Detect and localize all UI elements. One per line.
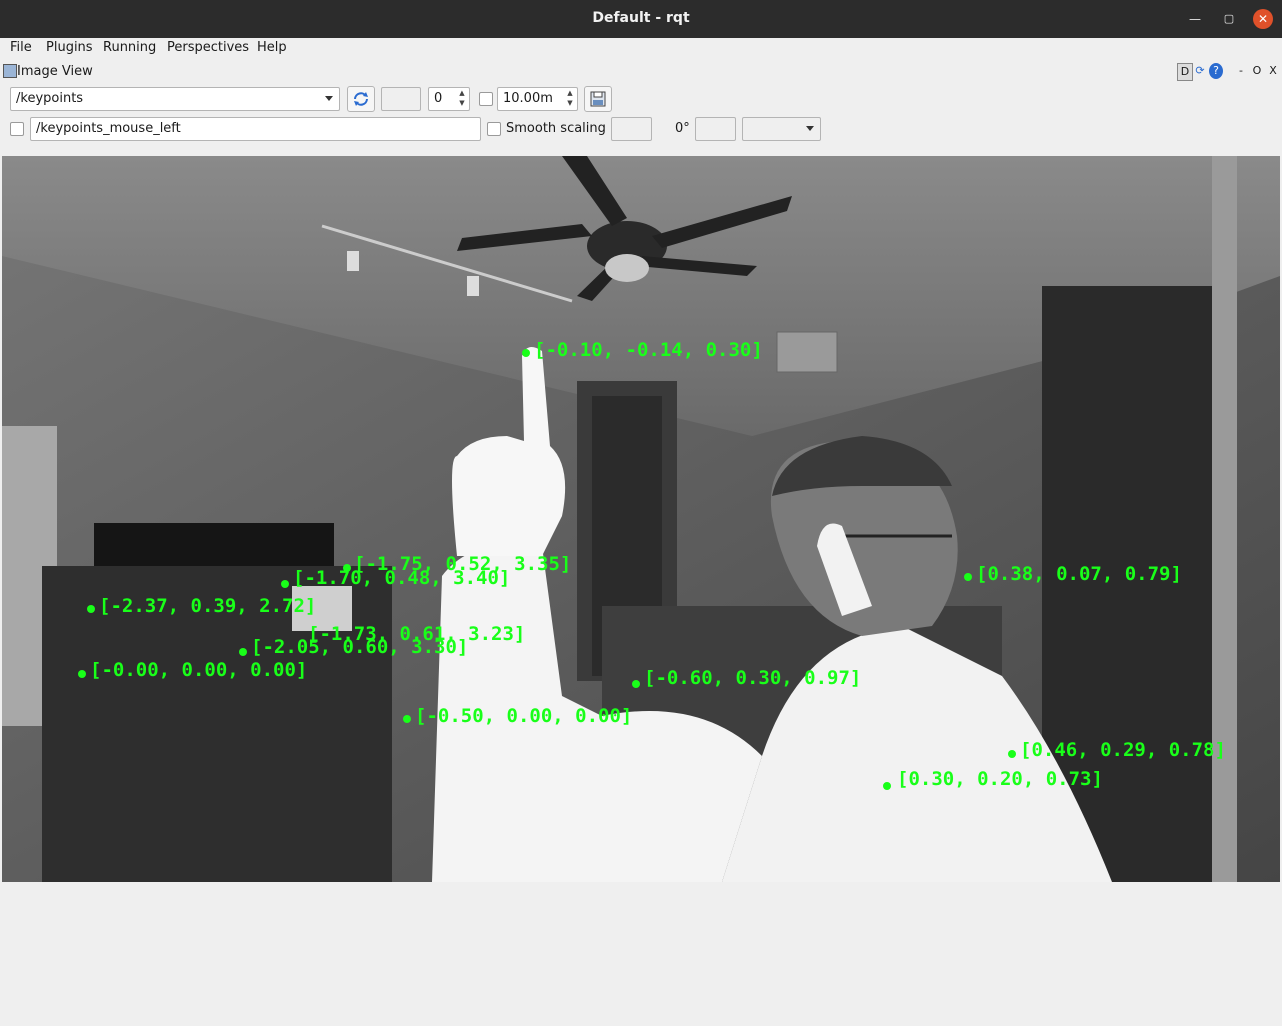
close-icon[interactable]: ✕ xyxy=(1253,9,1273,29)
keypoint-dot xyxy=(1008,750,1016,758)
plugin-header: Image View D ⟳ ? - O X xyxy=(0,61,1282,83)
menu-help[interactable]: Help xyxy=(257,40,287,55)
keypoint-label: [-0.60, 0.30, 0.97] xyxy=(644,667,861,689)
float-plugin-button[interactable]: O xyxy=(1250,63,1264,79)
keypoint-label: [0.30, 0.20, 0.73] xyxy=(897,768,1103,790)
reload-icon[interactable]: ⟳ xyxy=(1193,63,1207,79)
rotate-right-button[interactable] xyxy=(695,117,736,141)
keypoint-label: [-0.10, -0.14, 0.30] xyxy=(534,339,763,361)
window-titlebar: Default - rqt — ▢ ✕ xyxy=(0,0,1282,38)
spin-arrows-icon[interactable]: ▲ ▼ xyxy=(455,88,469,110)
keypoint-dot xyxy=(281,580,289,588)
menu-bar: File Plugins Running Perspectives Help xyxy=(0,38,1282,60)
color-scheme-field[interactable] xyxy=(381,87,421,111)
keypoint-label: [-2.37, 0.39, 2.72] xyxy=(99,595,316,617)
keypoint-dot xyxy=(964,573,972,581)
plugin-title: Image View xyxy=(17,64,93,79)
mouse-topic-input[interactable]: /keypoints_mouse_left xyxy=(30,117,481,141)
period-checkbox[interactable] xyxy=(479,92,493,106)
keypoint-dot xyxy=(883,782,891,790)
save-icon xyxy=(590,91,606,107)
keypoint-label: [0.38, 0.07, 0.79] xyxy=(976,563,1182,585)
keypoint-label: [0.46, 0.29, 0.78] xyxy=(1020,739,1226,761)
chevron-down-icon xyxy=(325,96,333,101)
menu-file[interactable]: File xyxy=(10,40,32,55)
menu-running[interactable]: Running xyxy=(103,40,156,55)
image-view-icon xyxy=(3,64,17,78)
menu-plugins[interactable]: Plugins xyxy=(46,40,93,55)
maximize-icon[interactable]: ▢ xyxy=(1219,9,1239,29)
keypoint-dot xyxy=(78,670,86,678)
empty-panel-area xyxy=(0,882,1282,1026)
topic-combobox[interactable]: /keypoints xyxy=(10,87,340,111)
smooth-scaling-checkbox[interactable] xyxy=(487,122,501,136)
topic-value: /keypoints xyxy=(16,91,84,106)
keypoint-label: [-2.05, 0.60, 3.30] xyxy=(251,636,468,658)
help-icon[interactable]: ? xyxy=(1209,63,1223,79)
keypoint-dot xyxy=(403,715,411,723)
frame-spinbox[interactable]: 0 ▲ ▼ xyxy=(428,87,470,111)
mouse-publish-checkbox[interactable] xyxy=(10,122,24,136)
rotate-left-button[interactable] xyxy=(611,117,652,141)
keypoint-dot xyxy=(87,605,95,613)
chevron-down-icon xyxy=(806,126,814,131)
spin-arrows-icon[interactable]: ▲ ▼ xyxy=(563,88,577,110)
keypoint-dot xyxy=(239,648,247,656)
smooth-scaling-label: Smooth scaling xyxy=(506,121,606,136)
minimize-icon[interactable]: — xyxy=(1185,9,1205,29)
save-image-button[interactable] xyxy=(584,86,612,112)
window-title: Default - rqt xyxy=(592,10,690,26)
period-value: 10.00m xyxy=(503,91,553,106)
close-plugin-button[interactable]: X xyxy=(1266,63,1280,79)
menu-perspectives[interactable]: Perspectives xyxy=(167,40,249,55)
camera-image: [-0.10, -0.14, 0.30] [0.38, 0.07, 0.79] … xyxy=(2,156,1280,882)
camera-image-view[interactable]: [-0.10, -0.14, 0.30] [0.38, 0.07, 0.79] … xyxy=(2,156,1280,882)
keypoint-dot xyxy=(343,564,351,572)
dock-button[interactable]: D xyxy=(1177,63,1193,81)
minimize-plugin-button[interactable]: - xyxy=(1234,63,1248,79)
mouse-topic-value: /keypoints_mouse_left xyxy=(36,121,181,136)
frame-value: 0 xyxy=(434,91,443,106)
period-spinbox[interactable]: 10.00m ▲ ▼ xyxy=(497,87,578,111)
refresh-topics-button[interactable] xyxy=(347,86,375,112)
flip-combobox[interactable] xyxy=(742,117,821,141)
rotation-label: 0° xyxy=(675,121,690,136)
keypoint-label: [-1.75, 0.52, 3.35] xyxy=(354,553,571,575)
keypoint-dot xyxy=(522,349,530,357)
keypoint-label: [-0.00, 0.00, 0.00] xyxy=(90,659,307,681)
keypoint-dot xyxy=(632,680,640,688)
refresh-icon xyxy=(354,92,368,106)
keypoint-label: [-0.50, 0.00, 0.00] xyxy=(415,705,632,727)
